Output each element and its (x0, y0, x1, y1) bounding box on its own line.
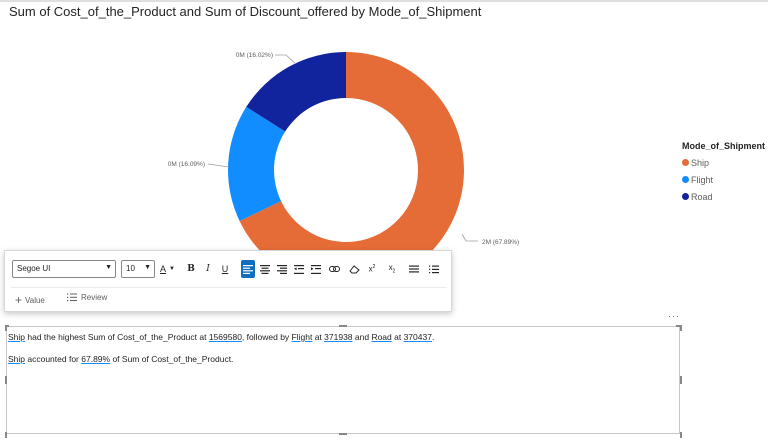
data-label: 0M (16.02%) (236, 52, 273, 59)
align-right-icon (277, 264, 287, 274)
numbered-list-icon (429, 265, 439, 273)
indent-increase-button[interactable] (309, 260, 323, 278)
legend-item-flight[interactable]: Flight (682, 171, 765, 188)
legend-dot-icon (682, 159, 689, 166)
more-options-icon[interactable]: ··· (668, 311, 680, 321)
narrative-text: of Sum of Cost_of_the_Product. (110, 354, 234, 364)
narrative-value: 67.89% (81, 354, 111, 364)
resize-handle[interactable] (5, 325, 7, 331)
legend-title: Mode_of_Shipment (682, 141, 766, 151)
resize-handle[interactable] (339, 433, 347, 435)
leader-line (461, 233, 478, 242)
legend-label: Ship (691, 157, 710, 168)
narrative-value: Ship (8, 354, 26, 364)
legend-dot-icon (682, 176, 689, 183)
narrative-text: and (352, 332, 372, 342)
review-list-icon (67, 293, 77, 302)
narrative-value: Road (371, 332, 392, 342)
data-label: 0M (16.09%) (168, 161, 205, 168)
toolbar-divider (11, 287, 447, 288)
resize-handle[interactable] (680, 432, 682, 438)
bullet-list-icon (409, 265, 419, 273)
leader-line (207, 163, 230, 168)
narrative-text: . (431, 332, 435, 342)
indent-decrease-button[interactable] (292, 260, 306, 278)
subscript-button[interactable]: x2 (385, 260, 399, 278)
resize-handle[interactable] (680, 376, 682, 384)
align-left-button[interactable] (241, 260, 255, 278)
narrative-text: at (312, 332, 325, 342)
font-size-select[interactable]: 10 ▼ (121, 260, 155, 278)
font-color-icon: A (159, 264, 166, 274)
legend-label: Road (691, 191, 713, 202)
legend-label: Flight (691, 174, 714, 185)
add-value-label: Value (25, 295, 45, 305)
narrative-value: 1569580 (208, 332, 242, 342)
chevron-down-icon: ▼ (169, 266, 175, 272)
narrative-line-1: Ship had the highest Sum of Cost_of_the_… (8, 332, 434, 342)
chevron-down-icon: ▼ (105, 264, 112, 271)
narrative-text: accounted for (25, 354, 82, 364)
plus-icon: + (15, 293, 23, 307)
bold-icon: B (187, 264, 195, 274)
leader-line (275, 54, 297, 65)
indent-increase-icon (311, 264, 321, 274)
insert-link-button[interactable] (327, 260, 341, 278)
narrative-text: , followed by (241, 332, 292, 342)
align-center-button[interactable] (258, 260, 272, 278)
legend-dot-icon (682, 193, 689, 200)
resize-handle[interactable] (5, 432, 7, 438)
font-family-value: Segoe UI (17, 264, 51, 273)
font-size-value: 10 (126, 264, 135, 273)
italic-button[interactable]: I (202, 260, 214, 278)
add-value-button[interactable]: + Value (15, 293, 45, 307)
indent-decrease-icon (294, 264, 304, 274)
review-label: Review (81, 293, 108, 302)
numbered-list-button[interactable] (427, 260, 441, 278)
legend: Mode_of_Shipment Ship Flight Road (682, 141, 765, 205)
resize-handle[interactable] (680, 325, 682, 331)
smart-narrative-textbox[interactable]: Ship had the highest Sum of Cost_of_the_… (6, 326, 680, 434)
underline-icon: U (221, 264, 229, 274)
legend-item-ship[interactable]: Ship (682, 154, 765, 171)
narrative-text: had the highest Sum of Cost_of_the_Produ… (25, 332, 209, 342)
narrative-value: 370437 (403, 332, 432, 342)
review-button[interactable]: Review (67, 293, 107, 302)
narrative-line-2: Ship accounted for 67.89% of Sum of Cost… (8, 354, 233, 364)
narrative-text: at (391, 332, 404, 342)
font-family-select[interactable]: Segoe UI ▼ (12, 260, 116, 278)
subscript-icon: x2 (388, 263, 396, 275)
link-icon (328, 266, 340, 272)
align-center-icon (260, 264, 270, 274)
superscript-button[interactable]: x2 (365, 260, 379, 278)
data-label: 2M (67.89%) (482, 239, 519, 246)
align-left-icon (243, 264, 253, 274)
underline-button[interactable]: U (219, 260, 231, 278)
italic-icon: I (206, 264, 210, 274)
chevron-down-icon: ▼ (144, 264, 151, 271)
superscript-icon: x2 (368, 264, 376, 274)
bold-button[interactable]: B (185, 260, 197, 278)
narrative-value: 371938 (324, 332, 353, 342)
align-right-button[interactable] (275, 260, 289, 278)
bullet-list-button[interactable] (407, 260, 421, 278)
narrative-value: Flight (291, 332, 313, 342)
font-color-dropdown[interactable]: ▼ (168, 260, 176, 278)
format-toolbar: Segoe UI ▼ 10 ▼ A ▼ B I U x2 x2 + Value … (4, 250, 452, 312)
clear-format-button[interactable] (347, 260, 361, 278)
resize-handle[interactable] (339, 325, 347, 327)
resize-handle[interactable] (5, 376, 7, 384)
legend-item-road[interactable]: Road (682, 188, 765, 205)
narrative-value: Ship (8, 332, 26, 342)
eraser-icon (348, 264, 360, 273)
